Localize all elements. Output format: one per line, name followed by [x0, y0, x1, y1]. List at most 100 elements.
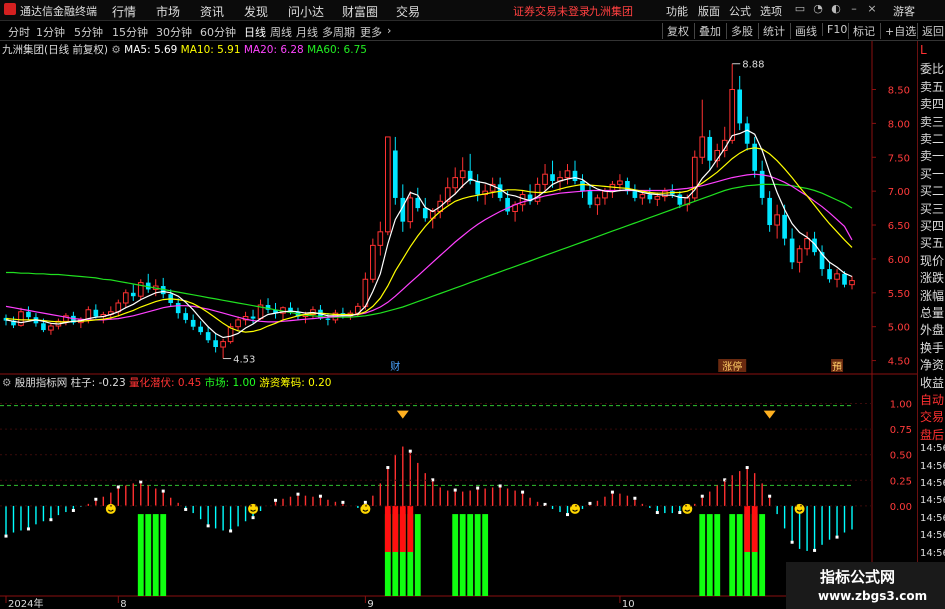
menu-news[interactable]: 资讯: [200, 3, 224, 20]
main-chart: 8.88 4.53 财 涨停 預: [3, 60, 855, 373]
candle-body: [175, 302, 181, 314]
pillar-dot: [363, 500, 367, 504]
diamond-icon-1: [763, 410, 776, 419]
candle-body: [647, 194, 653, 200]
side-panel-item[interactable]: 买四: [920, 217, 944, 234]
pillar-dot: [274, 498, 278, 502]
pillar-dot: [251, 516, 255, 520]
side-panel-item[interactable]: 14:56: [920, 478, 945, 489]
side-panel-item[interactable]: 盘后: [920, 426, 944, 443]
candle-body: [564, 170, 571, 179]
minimize-icon[interactable]: –: [848, 2, 860, 16]
side-panel-item[interactable]: L: [920, 43, 927, 57]
side-panel-item[interactable]: 14:56: [920, 495, 945, 506]
tab-1min[interactable]: 1分钟: [36, 24, 65, 40]
market-signal-bar: [759, 514, 766, 596]
side-panel-item[interactable]: 卖三: [920, 113, 944, 130]
overlay-button[interactable]: 叠加: [694, 23, 721, 39]
f10-button[interactable]: F10: [822, 23, 847, 36]
x-tick-label-1: 8: [120, 599, 126, 609]
side-panel-item[interactable]: 总量: [920, 304, 944, 321]
menu-wealth-circle[interactable]: 财富圈: [342, 3, 378, 20]
pillar-dot: [4, 534, 8, 538]
x-tick-label-3: 10: [622, 599, 635, 609]
close-icon[interactable]: ×: [866, 2, 878, 16]
mark-button[interactable]: 标记: [848, 23, 875, 39]
side-panel-item[interactable]: 现价: [920, 252, 944, 269]
pillar-dot: [768, 494, 772, 498]
side-panel-item[interactable]: 净资: [920, 356, 944, 373]
adjust-button[interactable]: 复权: [662, 23, 689, 39]
pillar-dot: [386, 466, 390, 470]
add-watchlist-button[interactable]: +自选: [880, 23, 916, 39]
chevron-right-icon[interactable]: ›: [387, 24, 391, 37]
menu-trade[interactable]: 交易: [396, 3, 420, 20]
pillar-dot: [813, 548, 817, 552]
menu-formula[interactable]: 公式: [729, 3, 751, 19]
y-tick-label-0: 8.50: [888, 85, 910, 96]
tab-60min[interactable]: 60分钟: [200, 24, 236, 40]
menu-options[interactable]: 选项: [760, 3, 782, 19]
tab-daily[interactable]: 日线: [244, 24, 266, 40]
side-panel-item[interactable]: 委比: [920, 60, 944, 77]
side-panel-item[interactable]: 外盘: [920, 321, 944, 338]
side-panel-item[interactable]: 14:56: [920, 530, 945, 541]
chart-area[interactable]: 8.88 4.53 财 涨停 預 8.50 8.00 7.50 7.00 6.50 6.00 5.5…: [0, 41, 917, 609]
tab-multi-period[interactable]: 多周期: [322, 24, 355, 40]
tab-more[interactable]: 更多: [360, 24, 382, 40]
stock-link[interactable]: 九洲集团: [589, 3, 633, 19]
sub-y-tick-label-2: 0.50: [890, 451, 912, 462]
sub-y-tick-label-4: 0.00: [890, 502, 912, 513]
statistics-button[interactable]: 统计: [758, 23, 785, 39]
side-panel-item[interactable]: 自动: [920, 391, 944, 408]
tab-5min[interactable]: 5分钟: [74, 24, 103, 40]
side-panel-item[interactable]: 卖四: [920, 95, 944, 112]
side-panel-item[interactable]: 买三: [920, 200, 944, 217]
side-panel-item[interactable]: 换手: [920, 339, 944, 356]
tab-intraday[interactable]: 分时: [8, 24, 30, 40]
multi-stock-button[interactable]: 多股: [726, 23, 753, 39]
side-panel-item[interactable]: 卖五: [920, 78, 944, 95]
candle-body: [183, 313, 189, 320]
candle-body: [767, 197, 772, 226]
menu-ask[interactable]: 问小达: [288, 3, 324, 20]
menu-quotes[interactable]: 行情: [112, 3, 136, 20]
guest-label[interactable]: 游客: [893, 3, 915, 19]
menu-discover[interactable]: 发现: [244, 3, 268, 20]
side-panel-item[interactable]: 买二: [920, 182, 944, 199]
menu-market[interactable]: 市场: [156, 3, 180, 20]
side-panel-item[interactable]: 14:56: [920, 443, 945, 454]
candle-body: [602, 190, 608, 199]
candle-body: [220, 341, 226, 348]
login-warning[interactable]: 证券交易未登录: [513, 3, 590, 19]
avatar-icon[interactable]: ◔: [812, 2, 824, 16]
candle-body: [849, 280, 855, 286]
window-icon[interactable]: ▭: [794, 2, 806, 16]
menu-layout[interactable]: 版面: [698, 3, 720, 19]
draw-line-button[interactable]: 画线: [790, 23, 817, 39]
candle-body: [475, 180, 480, 195]
side-panel-item[interactable]: 收益: [920, 374, 944, 391]
pillar-dot: [161, 489, 165, 493]
menu-function[interactable]: 功能: [666, 3, 688, 19]
tab-weekly[interactable]: 周线: [270, 24, 292, 40]
side-panel-item[interactable]: 买一: [920, 165, 944, 182]
side-panel-item[interactable]: 卖二: [920, 130, 944, 147]
side-panel-item[interactable]: 买五: [920, 234, 944, 251]
pillar-dot: [588, 501, 592, 505]
back-button[interactable]: 返回: [917, 23, 944, 39]
app-title: 通达信金融终端: [20, 5, 97, 18]
tab-15min[interactable]: 15分钟: [112, 24, 148, 40]
tab-monthly[interactable]: 月线: [296, 24, 318, 40]
side-panel-item[interactable]: 交易: [920, 408, 944, 425]
candle-body: [774, 214, 780, 226]
side-panel-item[interactable]: 14:56: [920, 513, 945, 524]
side-panel-item[interactable]: 涨幅: [920, 287, 944, 304]
tab-30min[interactable]: 30分钟: [156, 24, 192, 40]
skin-icon[interactable]: ◐: [830, 2, 842, 16]
side-panel-item[interactable]: 涨跌: [920, 269, 944, 286]
side-panel-item[interactable]: 卖一: [920, 147, 944, 164]
latent-signal-bar: [744, 505, 751, 552]
side-panel-item[interactable]: 14:56: [920, 548, 945, 559]
side-panel-item[interactable]: 14:56: [920, 461, 945, 472]
